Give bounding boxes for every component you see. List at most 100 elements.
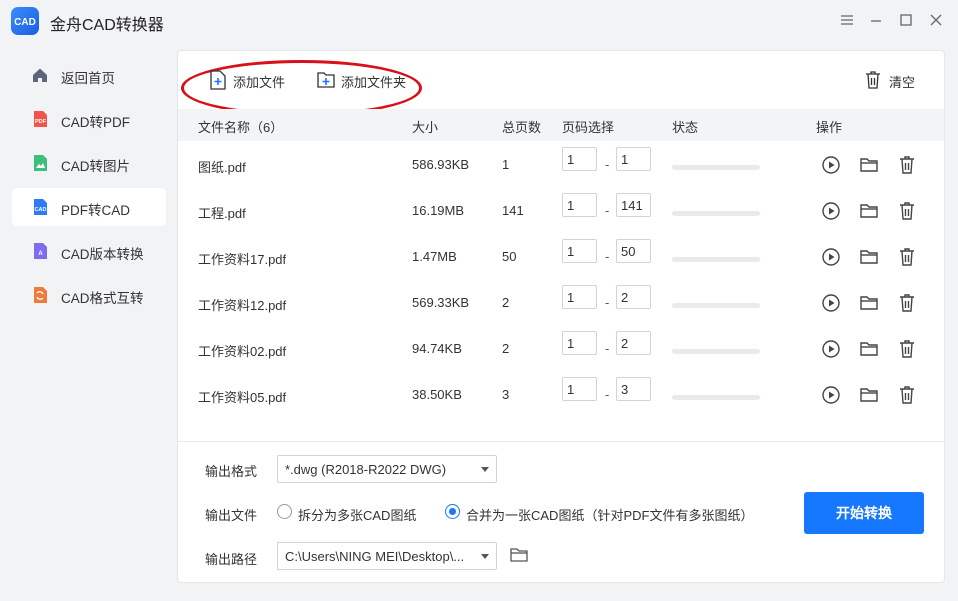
page-to-input[interactable]: [616, 285, 651, 309]
table-row: 工作资料05.pdf 38.50KB 3 -: [178, 373, 944, 419]
svg-text:CAD: CAD: [14, 17, 36, 28]
file-name: 图纸.pdf: [198, 160, 246, 175]
range-separator: -: [605, 341, 610, 356]
page-from-input[interactable]: [562, 147, 597, 171]
range-separator: -: [605, 295, 610, 310]
app-title: 金舟CAD转换器: [50, 17, 164, 34]
menu-icon[interactable]: [839, 12, 855, 28]
chevron-down-icon: [481, 467, 489, 472]
page-to-input[interactable]: [616, 239, 651, 263]
file-size: 1.47MB: [412, 249, 457, 264]
page-from-input[interactable]: [562, 285, 597, 309]
range-separator: -: [605, 249, 610, 264]
sidebar-item-label: PDF转CAD: [61, 203, 131, 218]
progress-bar: [672, 165, 760, 170]
progress-bar: [672, 349, 760, 354]
file-name: 工程.pdf: [198, 206, 246, 221]
split-radio[interactable]: [277, 504, 292, 519]
clear-button[interactable]: 清空: [864, 69, 920, 91]
output-file-label: 输出文件: [205, 508, 258, 523]
page-to-input[interactable]: [616, 377, 651, 401]
minimize-icon[interactable]: [868, 12, 884, 28]
progress-bar: [672, 257, 760, 262]
table-header: 文件名称（6） 大小 总页数 页码选择 状态 操作: [178, 109, 944, 141]
file-name: 工作资料02.pdf: [198, 344, 287, 359]
merge-radio[interactable]: [445, 504, 460, 519]
folder-icon[interactable]: [859, 247, 879, 267]
play-icon[interactable]: [821, 385, 841, 405]
play-icon[interactable]: [821, 247, 841, 267]
table-row: 工作资料12.pdf 569.33KB 2 -: [178, 281, 944, 327]
split-option-label[interactable]: 拆分为多张CAD图纸: [298, 505, 416, 524]
delete-icon[interactable]: [897, 339, 917, 359]
file-name: 工作资料17.pdf: [198, 252, 287, 267]
page-count: 1: [502, 157, 510, 172]
sidebar-item-label: 返回首页: [61, 71, 115, 86]
add-file-icon: [209, 70, 227, 90]
output-format-label: 输出格式: [205, 464, 258, 479]
folder-icon[interactable]: [859, 155, 879, 175]
page-from-input[interactable]: [562, 239, 597, 263]
sidebar-item-cad-to-pdf[interactable]: PDF CAD转PDF: [12, 100, 166, 138]
range-separator: -: [605, 387, 610, 402]
play-icon[interactable]: [821, 339, 841, 359]
add-folder-button[interactable]: 添加文件夹: [317, 69, 409, 91]
progress-bar: [672, 395, 760, 400]
add-file-button[interactable]: 添加文件: [209, 69, 289, 91]
divider: [178, 441, 944, 442]
table-row: 工作资料02.pdf 94.74KB 2 -: [178, 327, 944, 373]
delete-icon[interactable]: [897, 293, 917, 313]
cad-icon: CAD: [31, 198, 49, 216]
play-icon[interactable]: [821, 201, 841, 221]
sidebar: 返回首页 PDF CAD转PDF CAD转图片 CAD PDF转CAD A CA…: [0, 44, 177, 601]
app-logo: CAD: [11, 7, 39, 35]
page-count: 2: [502, 341, 510, 356]
sidebar-item-pdf-to-cad[interactable]: CAD PDF转CAD: [12, 188, 166, 226]
chevron-down-icon: [481, 554, 489, 559]
sidebar-item-label: CAD格式互转: [61, 291, 144, 306]
play-icon[interactable]: [821, 293, 841, 313]
page-count: 2: [502, 295, 510, 310]
delete-icon[interactable]: [897, 385, 917, 405]
sidebar-item-label: CAD版本转换: [61, 247, 144, 262]
folder-icon[interactable]: [859, 339, 879, 359]
svg-text:CAD: CAD: [35, 207, 47, 213]
page-to-input[interactable]: [616, 147, 651, 171]
table-row: 图纸.pdf 586.93KB 1 -: [178, 143, 944, 189]
column-header-actions: 操作: [816, 120, 843, 135]
delete-icon[interactable]: [897, 155, 917, 175]
folder-icon[interactable]: [859, 201, 879, 221]
sidebar-item-cad-to-image[interactable]: CAD转图片: [12, 144, 166, 182]
file-name: 工作资料05.pdf: [198, 390, 287, 405]
range-separator: -: [605, 203, 610, 218]
file-size: 569.33KB: [412, 295, 470, 310]
maximize-icon[interactable]: [898, 12, 914, 28]
play-icon[interactable]: [821, 155, 841, 175]
column-header-name: 文件名称（6）: [198, 120, 284, 135]
page-count: 50: [502, 249, 517, 264]
page-from-input[interactable]: [562, 377, 597, 401]
browse-folder-icon[interactable]: [509, 545, 529, 565]
page-from-input[interactable]: [562, 331, 597, 355]
sidebar-item-cad-version[interactable]: A CAD版本转换: [12, 232, 166, 270]
folder-icon[interactable]: [859, 385, 879, 405]
sidebar-item-home[interactable]: 返回首页: [12, 56, 166, 94]
output-format-select[interactable]: *.dwg (R2018-R2022 DWG): [277, 455, 497, 483]
delete-icon[interactable]: [897, 201, 917, 221]
file-size: 94.74KB: [412, 341, 462, 356]
page-to-input[interactable]: [616, 193, 651, 217]
folder-icon[interactable]: [859, 293, 879, 313]
page-from-input[interactable]: [562, 193, 597, 217]
column-header-status: 状态: [672, 120, 699, 135]
image-icon: [31, 154, 49, 172]
file-name: 工作资料12.pdf: [198, 298, 287, 313]
sidebar-item-cad-format[interactable]: CAD格式互转: [12, 276, 166, 314]
output-path-select[interactable]: C:\Users\NING MEI\Desktop\...: [277, 542, 497, 570]
delete-icon[interactable]: [897, 247, 917, 267]
format-icon: [31, 286, 49, 304]
column-header-size: 大小: [412, 120, 439, 135]
close-icon[interactable]: [928, 12, 944, 28]
page-to-input[interactable]: [616, 331, 651, 355]
start-convert-button[interactable]: 开始转换: [804, 492, 924, 534]
merge-option-label[interactable]: 合并为一张CAD图纸（针对PDF文件有多张图纸）: [466, 505, 753, 524]
